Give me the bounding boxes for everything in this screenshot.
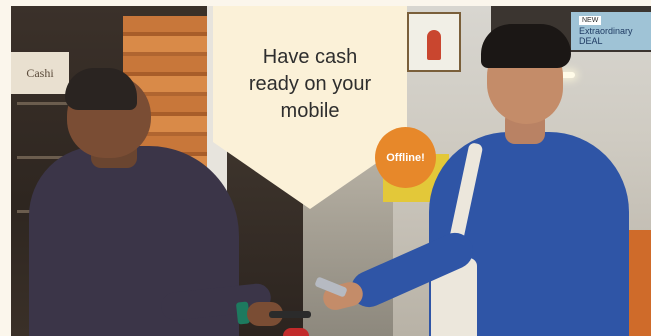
ad-banner: NEW Extraordinary DEAL (571, 12, 651, 50)
wall-poster (407, 12, 461, 72)
hero-banner: Cashi NEW Extraordinary DEAL Have cash r… (0, 0, 651, 336)
shopkeeper-hair (65, 68, 137, 110)
fruit (283, 328, 309, 336)
offline-badge: Offline! (375, 127, 436, 188)
ad-tag: NEW (579, 16, 602, 25)
customer-hair (481, 24, 571, 68)
ad-text: Extraordinary DEAL (579, 26, 633, 46)
hero-headline: Have cash ready on your mobile (248, 46, 372, 122)
shopkeeper-phone (269, 311, 311, 318)
poster-figure (427, 30, 441, 60)
storefront-sign: Cashi (11, 52, 69, 94)
